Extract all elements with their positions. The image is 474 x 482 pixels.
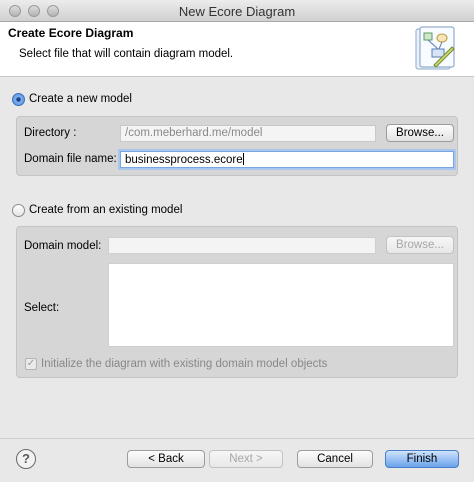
create-from-existing-radio[interactable]	[12, 204, 25, 217]
finish-button[interactable]: Finish	[385, 450, 459, 468]
page-title: Create Ecore Diagram	[8, 26, 134, 40]
domain-model-field[interactable]	[108, 237, 376, 254]
domain-file-name-label: Domain file name:	[24, 153, 117, 165]
next-button[interactable]: Next >	[209, 450, 283, 468]
page-subtitle: Select file that will contain diagram mo…	[19, 48, 234, 60]
title-bar: New Ecore Diagram	[0, 0, 474, 22]
initialize-diagram-checkbox[interactable]: ✓	[25, 358, 37, 370]
directory-label: Directory :	[24, 127, 77, 139]
select-label: Select:	[24, 302, 60, 314]
text-caret	[242, 153, 244, 165]
select-list[interactable]	[108, 263, 454, 347]
domain-model-label: Domain model:	[24, 240, 102, 252]
window-title: New Ecore Diagram	[178, 4, 296, 19]
domain-file-name-input[interactable]: businessprocess.ecore	[120, 151, 454, 168]
help-icon[interactable]: ?	[16, 449, 36, 469]
directory-browse-button[interactable]: Browse...	[386, 124, 454, 142]
create-new-model-radio[interactable]	[12, 93, 25, 106]
domain-model-browse-button[interactable]: Browse...	[386, 236, 454, 254]
create-from-existing-label: Create from an existing model	[29, 204, 183, 216]
wizard-header: Create Ecore Diagram Select file that wi…	[0, 22, 474, 77]
back-button[interactable]: < Back	[127, 450, 205, 468]
new-model-group: Directory : /com.meberhard.me/model Brow…	[16, 116, 458, 176]
wizard-diagram-icon	[415, 26, 455, 70]
domain-file-name-value: businessprocess.ecore	[125, 154, 243, 166]
initialize-diagram-label: Initialize the diagram with existing dom…	[41, 358, 328, 370]
existing-model-group: Domain model: Browse... Select: ✓ Initia…	[16, 226, 458, 378]
directory-field[interactable]: /com.meberhard.me/model	[120, 125, 376, 142]
cancel-button[interactable]: Cancel	[297, 450, 373, 468]
create-new-model-label: Create a new model	[29, 93, 132, 105]
footer-separator	[0, 438, 474, 439]
